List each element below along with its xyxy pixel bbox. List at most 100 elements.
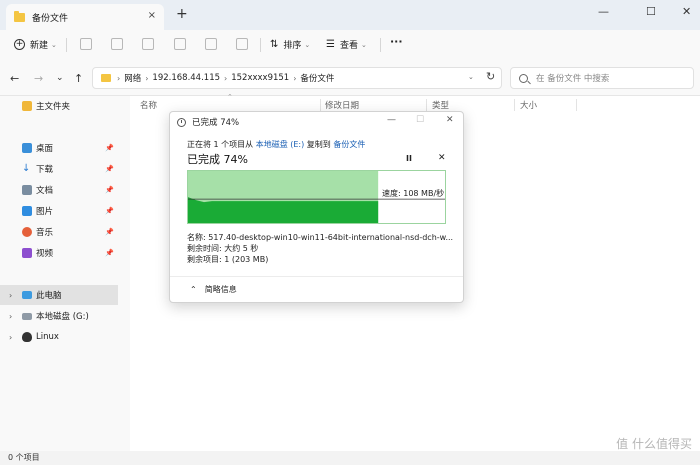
- tab-close-button[interactable]: ×: [148, 10, 156, 21]
- divider: [260, 38, 261, 52]
- maximize-button[interactable]: ☐: [646, 5, 656, 18]
- sidebar-item-label: 文档: [36, 186, 54, 196]
- sidebar-item-pictures[interactable]: 图片 📌: [0, 201, 118, 221]
- column-divider[interactable]: [514, 99, 515, 111]
- pin-icon[interactable]: 📌: [105, 165, 114, 173]
- watermark: 值 什么值得买: [616, 437, 692, 451]
- sidebar-item-music[interactable]: 音乐 📌: [0, 222, 118, 242]
- new-tab-button[interactable]: +: [176, 6, 188, 22]
- tab-backup-files[interactable]: 备份文件 ×: [6, 4, 164, 30]
- sidebar-item-documents[interactable]: 文档 📌: [0, 180, 118, 200]
- copy-icon[interactable]: [111, 38, 123, 50]
- items-remaining-line: 剩余项目: 1 (203 MB): [187, 255, 269, 264]
- share-icon[interactable]: [205, 38, 217, 50]
- address-dropdown-icon[interactable]: ⌄: [468, 73, 474, 81]
- chevron-right-icon[interactable]: ›: [9, 291, 12, 300]
- sidebar-item-label: 图片: [36, 207, 54, 217]
- clock-icon: [177, 117, 186, 127]
- new-button[interactable]: + 新建 ⌄: [14, 38, 57, 51]
- sidebar-item-label: Linux: [36, 332, 59, 342]
- sidebar-item-home[interactable]: 主文件夹: [0, 96, 118, 116]
- sidebar-item-downloads[interactable]: ↓ 下载 📌: [0, 159, 118, 179]
- sidebar-item-this-pc[interactable]: › 此电脑: [0, 285, 118, 305]
- dialog-minimize-button[interactable]: —: [387, 115, 396, 125]
- pin-icon[interactable]: 📌: [105, 144, 114, 152]
- chevron-right-icon[interactable]: ›: [9, 312, 12, 321]
- pin-icon[interactable]: 📌: [105, 207, 114, 215]
- chevron-down-icon: ⌄: [360, 40, 367, 49]
- sidebar-item-label: 视频: [36, 249, 54, 259]
- search-box[interactable]: 在 备份文件 中搜索: [510, 67, 694, 89]
- minimize-button[interactable]: —: [598, 5, 609, 18]
- divider: [170, 276, 463, 277]
- dialog-close-button[interactable]: ✕: [446, 115, 454, 125]
- search-icon: [519, 73, 528, 83]
- sidebar-item-videos[interactable]: 视频 📌: [0, 243, 118, 263]
- tab-title: 备份文件: [32, 13, 69, 24]
- videos-icon: [22, 248, 32, 258]
- address-bar[interactable]: › 网络 › 192.168.44.115 › 152xxxx9151 › 备份…: [92, 67, 502, 89]
- sidebar-item-desktop[interactable]: 桌面 📌: [0, 138, 118, 158]
- breadcrumb-folder[interactable]: 备份文件: [300, 72, 334, 84]
- copy-progress-dialog: 已完成 74% — ☐ ✕ 正在将 1 个项目从 本地磁盘 (E:) 复制到 备…: [169, 111, 464, 303]
- cancel-button[interactable]: ✕: [438, 153, 446, 163]
- address-row: ← → ⌄ ↑ › 网络 › 192.168.44.115 › 152xxxx9…: [0, 60, 700, 96]
- delete-icon[interactable]: [236, 38, 248, 50]
- desktop-icon: [22, 143, 32, 153]
- fewer-details-button[interactable]: ⌃ 简略信息: [190, 284, 237, 295]
- recent-chevron-icon[interactable]: ⌄: [56, 73, 64, 83]
- paste-icon[interactable]: [142, 38, 154, 50]
- file-name-line: 名称: 517.40-desktop-win10-win11-64bit-int…: [187, 233, 454, 242]
- sidebar-item-label: 下载: [36, 165, 54, 175]
- rename-icon[interactable]: [174, 38, 186, 50]
- documents-icon: [22, 185, 32, 195]
- item-count: 0 个项目: [8, 453, 40, 462]
- breadcrumb-host[interactable]: 192.168.44.115: [152, 73, 220, 83]
- sort-icon: ⇅: [270, 39, 279, 50]
- destination-link[interactable]: 备份文件: [333, 140, 365, 149]
- status-bar: 0 个项目: [0, 451, 700, 465]
- column-divider[interactable]: [426, 99, 427, 111]
- download-icon: ↓: [22, 163, 31, 174]
- column-divider[interactable]: [320, 99, 321, 111]
- computer-icon: [22, 291, 32, 299]
- pin-icon[interactable]: 📌: [105, 228, 114, 236]
- close-button[interactable]: ✕: [682, 5, 691, 18]
- column-header-type[interactable]: 类型: [432, 99, 449, 111]
- dialog-title: 已完成 74%: [192, 118, 240, 128]
- breadcrumb-network[interactable]: 网络: [124, 72, 141, 84]
- pin-icon[interactable]: 📌: [105, 249, 114, 257]
- back-arrow-icon[interactable]: ←: [10, 72, 19, 85]
- sort-button-label: 排序: [283, 41, 302, 51]
- pin-icon[interactable]: 📌: [105, 186, 114, 194]
- column-divider[interactable]: [576, 99, 577, 111]
- pictures-icon: [22, 206, 32, 216]
- column-header-modified[interactable]: 修改日期: [325, 99, 359, 111]
- refresh-icon[interactable]: ↻: [486, 70, 495, 83]
- sidebar-item-label: 此电脑: [36, 291, 62, 301]
- chevron-right-icon: ›: [145, 73, 149, 83]
- source-link[interactable]: 本地磁盘 (E:): [256, 140, 305, 149]
- more-options-button[interactable]: ···: [390, 35, 403, 48]
- command-bar: + 新建 ⌄ ⇅ 排序 ⌄ ☰ 查看 ⌄ ···: [0, 30, 700, 60]
- sidebar-item-local-disk-g[interactable]: › 本地磁盘 (G:): [0, 306, 118, 326]
- breadcrumb-share[interactable]: 152xxxx9151: [231, 73, 289, 83]
- cut-icon[interactable]: [80, 38, 92, 50]
- view-button[interactable]: ☰ 查看 ⌄: [326, 38, 367, 51]
- chevron-down-icon: ⌄: [304, 40, 311, 49]
- home-icon: [22, 101, 32, 111]
- transfer-speed: 速度: 108 MB/秒: [382, 189, 445, 198]
- dialog-maximize-button[interactable]: ☐: [416, 115, 424, 125]
- up-arrow-icon[interactable]: ↑: [74, 72, 83, 85]
- sort-button[interactable]: ⇅ 排序 ⌄: [270, 38, 310, 51]
- chevron-right-icon[interactable]: ›: [9, 333, 12, 342]
- column-header-size[interactable]: 大小: [520, 99, 537, 111]
- drive-icon: [22, 312, 32, 320]
- chevron-down-icon: ⌄: [51, 40, 57, 49]
- new-button-label: 新建: [30, 41, 49, 51]
- column-header-name[interactable]: 名称: [140, 99, 157, 111]
- forward-arrow-icon[interactable]: →: [34, 72, 43, 85]
- sidebar-item-linux[interactable]: › Linux: [0, 327, 118, 347]
- pause-button[interactable]: II: [406, 154, 412, 163]
- chevron-right-icon: ›: [117, 73, 121, 83]
